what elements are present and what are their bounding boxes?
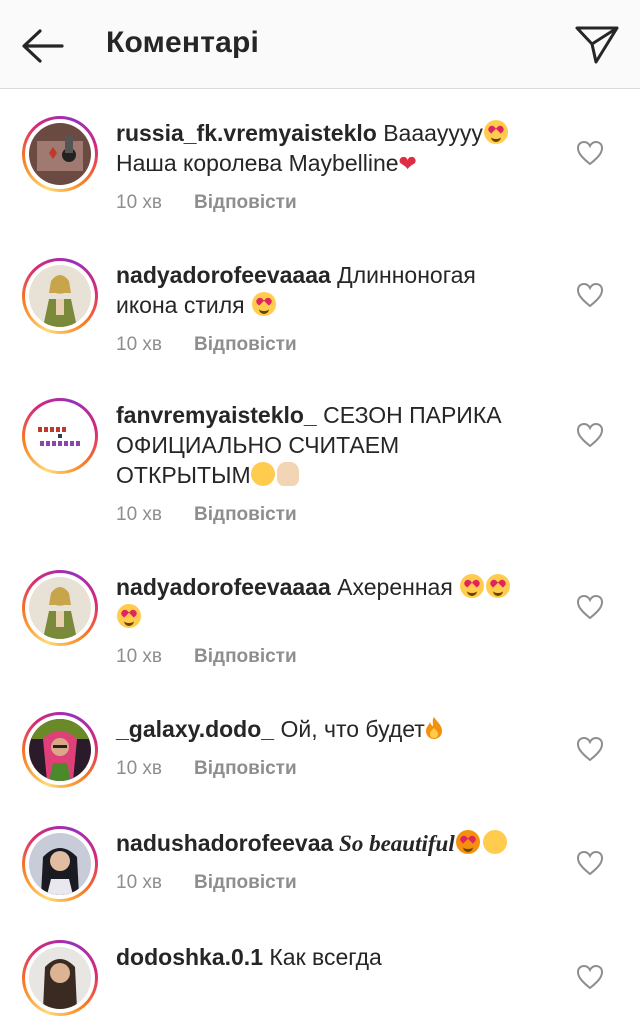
story-ring[interactable] xyxy=(22,826,98,902)
avatar xyxy=(29,405,91,467)
reply-button[interactable]: Відповісти xyxy=(194,334,297,355)
avatar xyxy=(29,123,91,185)
comment-meta: 10 хв Відповісти xyxy=(116,504,297,526)
comment-text: nadyadorofeevaaaa Длинноногая икона стил… xyxy=(116,262,476,318)
avatar xyxy=(29,833,91,895)
anguished-face-emoji-icon xyxy=(482,830,507,854)
heart-eyes-emoji-icon xyxy=(483,120,508,144)
like-heart-icon[interactable] xyxy=(576,736,604,762)
send-icon[interactable] xyxy=(572,20,622,68)
comment-username[interactable]: nadushadorofeevaa xyxy=(116,830,333,856)
comment-text: fanvremyaisteklo_ СЕЗОН ПАРИКА ОФИЦИАЛЬН… xyxy=(116,402,502,488)
hand-emoji-icon xyxy=(276,462,299,486)
comment-text: nadyadorofeevaaaa Ахеренная xyxy=(116,572,552,632)
joy-emoji-icon xyxy=(250,462,275,486)
comment-time: 10 хв xyxy=(116,758,163,779)
heart-eyes-emoji-icon xyxy=(252,292,276,316)
like-heart-icon[interactable] xyxy=(576,594,604,620)
comment-time: 10 хв xyxy=(116,646,163,667)
story-ring[interactable] xyxy=(22,398,98,474)
reply-button[interactable]: Відповісти xyxy=(194,192,297,213)
header-bar: Коментарі xyxy=(0,0,640,89)
like-heart-icon[interactable] xyxy=(576,422,604,448)
comment-meta: 10 хв Відповісти xyxy=(116,192,297,214)
comment-time: 10 хв xyxy=(116,504,163,525)
avatar xyxy=(29,577,91,639)
heart-eyes-emoji-icon xyxy=(460,574,485,598)
comment-time: 10 хв xyxy=(116,334,163,355)
avatar xyxy=(29,265,91,327)
story-ring[interactable] xyxy=(22,258,98,334)
reply-button[interactable]: Відповісти xyxy=(194,872,297,893)
comment-username[interactable]: russia_fk.vremyaisteklo xyxy=(116,120,377,146)
comment-username[interactable]: _galaxy.dodo_ xyxy=(116,716,274,742)
comment-meta: 10 хв Відповісти xyxy=(116,334,297,356)
comment-text: _galaxy.dodo_ Ой, что будет xyxy=(116,714,552,744)
comment-meta: 10 хв Відповісти xyxy=(116,872,297,894)
story-ring[interactable] xyxy=(22,570,98,646)
heart-eyes-emoji-icon xyxy=(117,604,141,628)
reply-button[interactable]: Відповісти xyxy=(194,646,297,667)
comment-time: 10 хв xyxy=(116,192,163,213)
like-heart-icon[interactable] xyxy=(576,850,604,876)
story-ring[interactable] xyxy=(22,940,98,1016)
fire-emoji-icon xyxy=(425,717,442,739)
comment-meta: 10 хв Відповісти xyxy=(116,646,297,668)
page-title: Коментарі xyxy=(106,26,260,59)
comment-username[interactable]: nadyadorofeevaaaa xyxy=(116,262,331,288)
story-ring[interactable] xyxy=(22,712,98,788)
avatar xyxy=(29,947,91,1009)
reply-button[interactable]: Відповісти xyxy=(194,758,297,779)
like-heart-icon[interactable] xyxy=(576,140,604,166)
comment-time: 10 хв xyxy=(116,872,163,893)
like-heart-icon[interactable] xyxy=(576,282,604,308)
heart-eyes-emoji-icon xyxy=(486,574,511,598)
heart-eyes-cat-emoji-icon xyxy=(455,830,480,854)
like-heart-icon[interactable] xyxy=(576,964,604,990)
comment-text: russia_fk.vremyaisteklo Вааayyyy Наша ко… xyxy=(116,118,552,179)
comment-text: nadushadorofeevaa So beautiful xyxy=(116,828,552,859)
back-arrow-icon[interactable] xyxy=(18,22,66,70)
reply-button[interactable]: Відповісти xyxy=(194,504,297,525)
avatar xyxy=(29,719,91,781)
comment-username[interactable]: nadyadorofeevaaaa xyxy=(116,574,331,600)
comment-username[interactable]: fanvremyaisteklo_ xyxy=(116,402,317,428)
red-heart-icon: ❤ xyxy=(398,151,417,176)
story-ring[interactable] xyxy=(22,116,98,192)
comment-text: dodoshka.0.1 Как всегда xyxy=(116,944,382,970)
comment-username[interactable]: dodoshka.0.1 xyxy=(116,944,263,970)
comment-meta: 10 хв Відповісти xyxy=(116,758,297,780)
